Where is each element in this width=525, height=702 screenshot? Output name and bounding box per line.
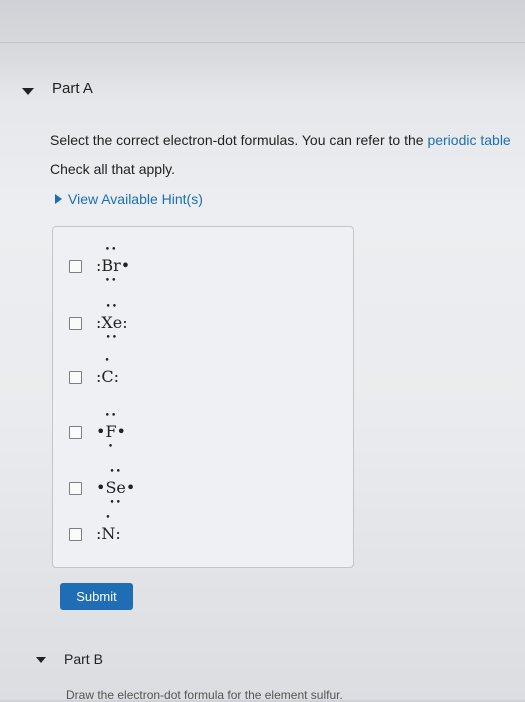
formula-br: : •• Br •• •: [96, 246, 131, 286]
element-symbol: Se: [105, 478, 126, 497]
option-br[interactable]: : •• Br •• •: [69, 246, 131, 286]
formula-se: • •• Se •• •: [96, 468, 136, 508]
right-dots: :: [115, 524, 121, 543]
top-dots: ••: [105, 302, 119, 312]
part-b-collapse-caret-icon[interactable]: [36, 657, 46, 663]
symbol-wrap: •• Xe ••: [101, 303, 123, 343]
view-hints-toggle[interactable]: View Available Hint(s): [55, 191, 203, 207]
left-dots: •: [96, 478, 106, 497]
bottom-dots: ••: [104, 276, 118, 286]
right-dots: •: [120, 256, 131, 275]
element-symbol: C: [101, 367, 114, 386]
periodic-table-link[interactable]: periodic table: [427, 132, 510, 148]
option-c[interactable]: : • C:: [69, 357, 120, 389]
symbol-wrap: •• F •: [105, 412, 117, 452]
element-symbol: N: [101, 524, 116, 543]
left-dots: •: [96, 422, 106, 441]
instruction-text: Select the correct electron-dot formulas…: [50, 132, 511, 148]
part-a-collapse-caret-icon[interactable]: [22, 88, 34, 95]
formula-f: • •• F • •: [96, 412, 126, 452]
element-symbol: Br: [101, 256, 121, 275]
checkbox-se[interactable]: [69, 481, 82, 495]
hint-label: View Available Hint(s): [68, 191, 203, 207]
top-dots: ••: [109, 467, 122, 477]
option-xe[interactable]: : •• Xe ••:: [69, 303, 128, 343]
top-dots: ••: [104, 411, 118, 421]
bottom-dots: •: [107, 442, 115, 452]
top-dots: ••: [104, 245, 118, 255]
option-se[interactable]: • •• Se •• •: [69, 468, 136, 508]
checkbox-br[interactable]: [69, 259, 82, 273]
formula-c: : • C:: [96, 357, 120, 389]
option-f[interactable]: • •• F • •: [69, 412, 126, 452]
right-dots: •: [125, 478, 136, 497]
element-symbol: F: [105, 422, 117, 441]
right-dots: :: [122, 313, 128, 332]
triangle-right-icon: [55, 194, 62, 204]
submit-button[interactable]: Submit: [60, 583, 133, 610]
instruction-body: Select the correct electron-dot formulas…: [50, 132, 428, 148]
bottom-dots: ••: [109, 498, 122, 508]
option-n[interactable]: : • N:: [69, 514, 121, 546]
bottom-dots: ••: [105, 333, 119, 343]
formula-xe: : •• Xe ••:: [96, 303, 128, 343]
options-box: : •• Br •• • : •• Xe ••: : • C: • •• F • • • •• Se •• • :…: [52, 226, 354, 568]
part-b-title: Part B: [64, 651, 103, 667]
symbol-wrap: • N: [101, 514, 116, 546]
checkbox-n[interactable]: [69, 527, 82, 541]
top-dots: •: [104, 356, 111, 366]
check-all-text: Check all that apply.: [50, 161, 176, 177]
part-a-title: Part A: [52, 80, 93, 97]
right-dots: :: [113, 367, 120, 386]
element-symbol: Xe: [101, 313, 123, 332]
checkbox-xe[interactable]: [69, 316, 82, 330]
formula-n: : • N:: [96, 514, 121, 546]
symbol-wrap: •• Se ••: [105, 468, 126, 508]
symbol-wrap: •• Br ••: [101, 246, 121, 286]
right-dots: •: [116, 422, 126, 441]
symbol-wrap: • C: [101, 357, 114, 389]
top-divider: [0, 42, 525, 43]
checkbox-c[interactable]: [69, 370, 82, 384]
checkbox-f[interactable]: [69, 425, 82, 439]
top-dots: •: [105, 513, 112, 523]
